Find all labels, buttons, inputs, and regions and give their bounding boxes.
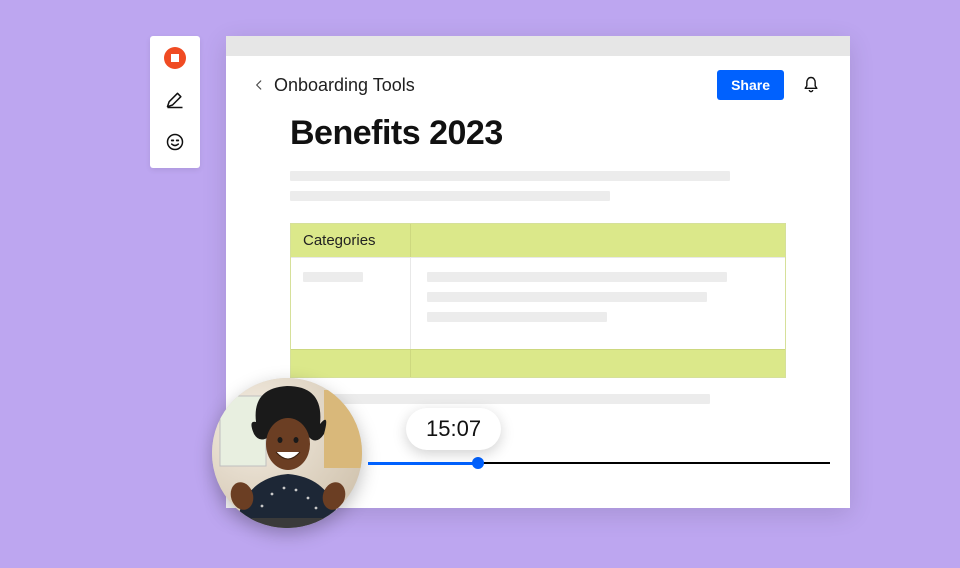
- text-placeholder: [290, 171, 730, 181]
- pen-icon: [165, 90, 185, 110]
- page-title: Benefits 2023: [290, 114, 786, 153]
- recording-timeline[interactable]: [368, 462, 830, 464]
- chevron-left-icon: [252, 78, 266, 92]
- timeline-progress: [368, 462, 478, 465]
- notifications-button[interactable]: [796, 70, 826, 100]
- text-placeholder: [303, 272, 363, 282]
- reactions-button[interactable]: [163, 130, 187, 154]
- document-body: Benefits 2023 Categories: [226, 104, 850, 404]
- presenter-webcam[interactable]: [212, 378, 362, 528]
- table-row: [291, 257, 785, 349]
- table-header-cell: [411, 224, 435, 257]
- document-header: Onboarding Tools Share: [226, 56, 850, 104]
- table-cell: [411, 258, 785, 349]
- text-placeholder: [290, 394, 710, 404]
- table-header-row: Categories: [291, 224, 785, 257]
- recording-toolbar: [150, 36, 200, 168]
- table-footer-row: [291, 349, 785, 377]
- window-titlebar: [226, 36, 850, 56]
- text-placeholder: [427, 292, 707, 302]
- categories-table: Categories: [290, 223, 786, 378]
- record-icon: [163, 46, 187, 70]
- bell-icon: [801, 75, 821, 95]
- table-header-cell: Categories: [291, 224, 411, 257]
- table-cell: [291, 258, 411, 349]
- text-placeholder: [290, 191, 610, 201]
- text-placeholder: [427, 312, 607, 322]
- draw-button[interactable]: [163, 88, 187, 112]
- emoji-icon: [165, 132, 185, 152]
- back-button[interactable]: [250, 76, 268, 94]
- breadcrumb[interactable]: Onboarding Tools: [274, 75, 415, 96]
- share-button[interactable]: Share: [717, 70, 784, 100]
- avatar: [212, 378, 362, 528]
- record-button[interactable]: [163, 46, 187, 70]
- timeline-handle[interactable]: [472, 457, 484, 469]
- text-placeholder: [427, 272, 727, 282]
- text-block: [290, 394, 786, 404]
